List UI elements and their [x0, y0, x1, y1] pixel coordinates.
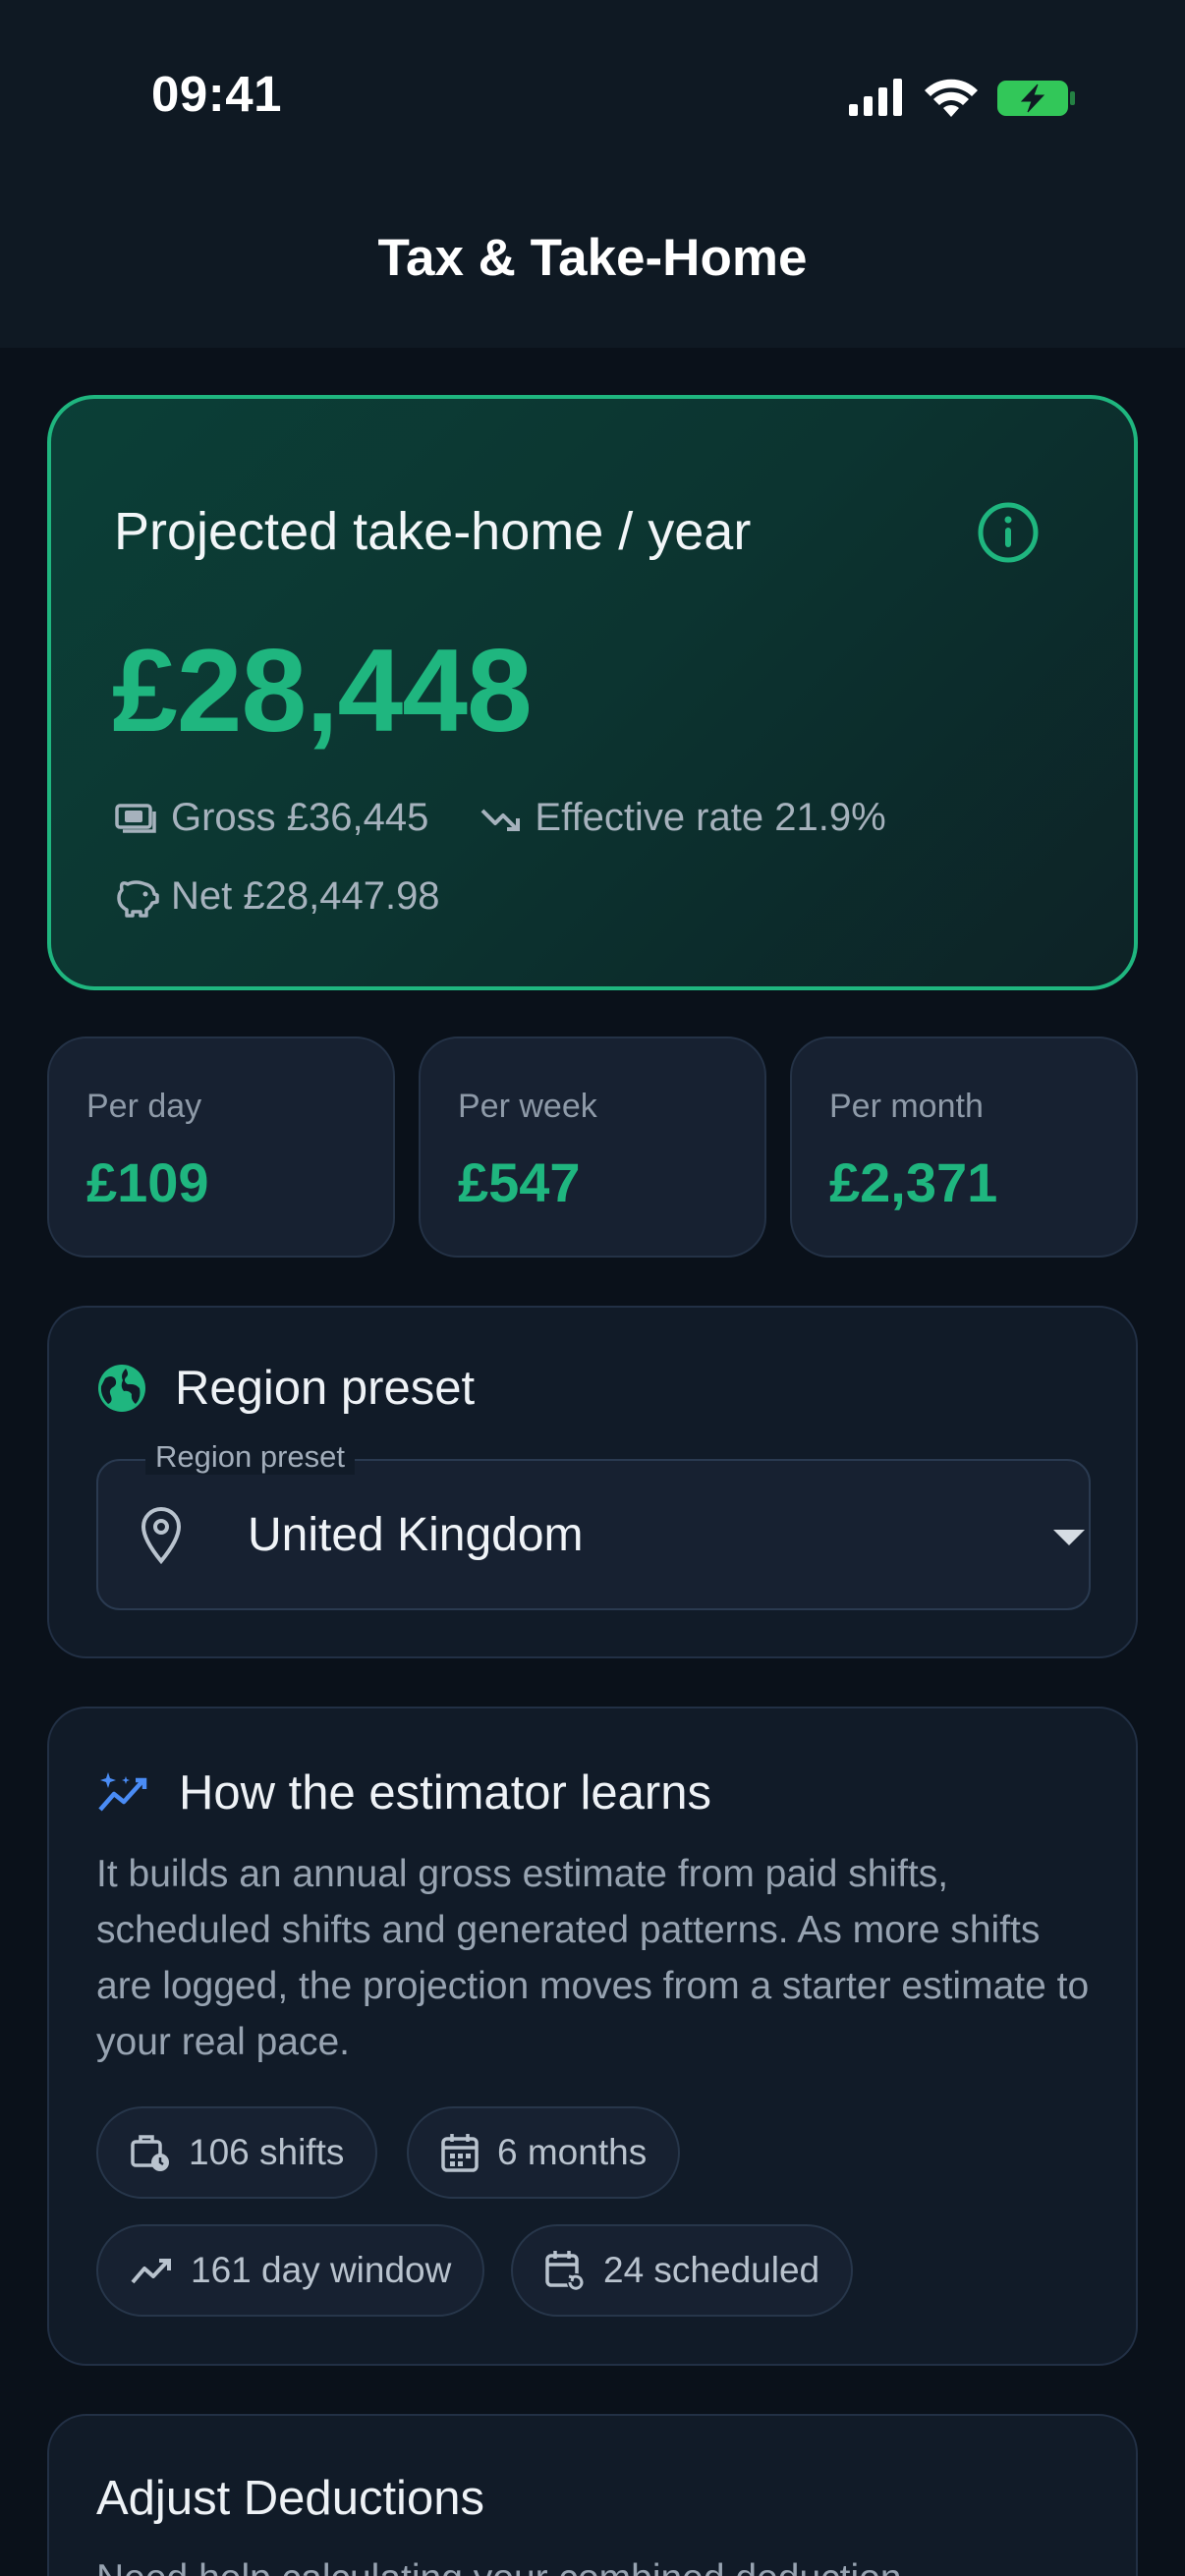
- signal-icon: [849, 79, 902, 116]
- status-time: 09:41: [151, 66, 282, 122]
- period-label: Per week: [458, 1088, 597, 1125]
- period-card-week: Per week £547: [419, 1036, 766, 1258]
- period-card-day: Per day £109: [47, 1036, 395, 1258]
- region-card-header: Region preset: [96, 1361, 475, 1416]
- gross-meta: Gross £36,445 Effective rate 21.9%: [114, 796, 886, 840]
- estimator-card: How the estimator learns It builds an an…: [47, 1707, 1138, 2366]
- region-select-label: Region preset: [145, 1439, 356, 1475]
- take-home-card: Projected take-home / year £28,448 Gross…: [47, 395, 1138, 990]
- region-select-value: United Kingdom: [248, 1509, 584, 1561]
- net-value: Net £28,447.98: [171, 874, 440, 918]
- period-label: Per month: [829, 1088, 984, 1125]
- deductions-description: Need help calculating your combined dedu…: [96, 2557, 902, 2576]
- screen: 09:41 Tax & Take-Home Projected take-hom: [0, 0, 1185, 2576]
- calendar-icon: [441, 2134, 479, 2172]
- calendar-refresh-icon: [545, 2251, 585, 2291]
- period-value: £2,371: [829, 1151, 998, 1213]
- trend-up-icon: [131, 2259, 171, 2284]
- battery-charging-icon: [997, 81, 1075, 116]
- chip-label: 161 day window: [191, 2250, 452, 2290]
- deductions-card: Adjust Deductions Need help calculating …: [47, 2414, 1138, 2576]
- location-pin-icon: [141, 1506, 182, 1565]
- info-icon[interactable]: [977, 501, 1040, 564]
- chip-scheduled: 24 scheduled: [511, 2224, 854, 2317]
- period-value: £547: [458, 1151, 581, 1213]
- dropdown-caret-icon[interactable]: [1053, 1530, 1085, 1545]
- gross-value: Gross £36,445: [171, 796, 429, 839]
- chip-label: 24 scheduled: [603, 2250, 820, 2290]
- trend-down-icon: [480, 809, 521, 831]
- estimator-description: It builds an annual gross estimate from …: [96, 1853, 1090, 2063]
- deductions-title: Adjust Deductions: [96, 2472, 484, 2525]
- cash-icon: [115, 803, 156, 833]
- piggy-bank-icon: [117, 879, 159, 918]
- take-home-label: Projected take-home / year: [114, 502, 752, 561]
- region-card: Region preset Region preset United Kingd…: [47, 1306, 1138, 1658]
- top-bar: 09:41 Tax & Take-Home: [0, 0, 1185, 348]
- effective-rate: Effective rate 21.9%: [535, 796, 886, 839]
- page-title: Tax & Take-Home: [377, 229, 808, 287]
- period-label: Per day: [86, 1088, 202, 1125]
- chip-window: 161 day window: [96, 2224, 485, 2317]
- net-meta: Net £28,447.98: [114, 874, 440, 919]
- estimator-card-title: How the estimator learns: [179, 1766, 711, 1820]
- region-card-title: Region preset: [175, 1362, 476, 1415]
- take-home-amount: £28,448: [112, 625, 533, 756]
- chip-shifts: 106 shifts: [96, 2106, 378, 2199]
- chip-months: 6 months: [407, 2106, 681, 2199]
- chip-label: 106 shifts: [189, 2132, 345, 2172]
- period-value: £109: [86, 1151, 209, 1213]
- estimator-card-header: How the estimator learns: [96, 1765, 711, 1820]
- status-icons: [847, 71, 1077, 126]
- region-select[interactable]: Region preset United Kingdom: [96, 1439, 1091, 1610]
- wifi-icon: [925, 79, 978, 117]
- globe-icon: [98, 1365, 145, 1412]
- briefcase-clock-icon: [131, 2135, 169, 2171]
- sparkle-trend-icon: [98, 1772, 147, 1812]
- period-card-month: Per month £2,371: [790, 1036, 1138, 1258]
- chip-label: 6 months: [497, 2132, 648, 2172]
